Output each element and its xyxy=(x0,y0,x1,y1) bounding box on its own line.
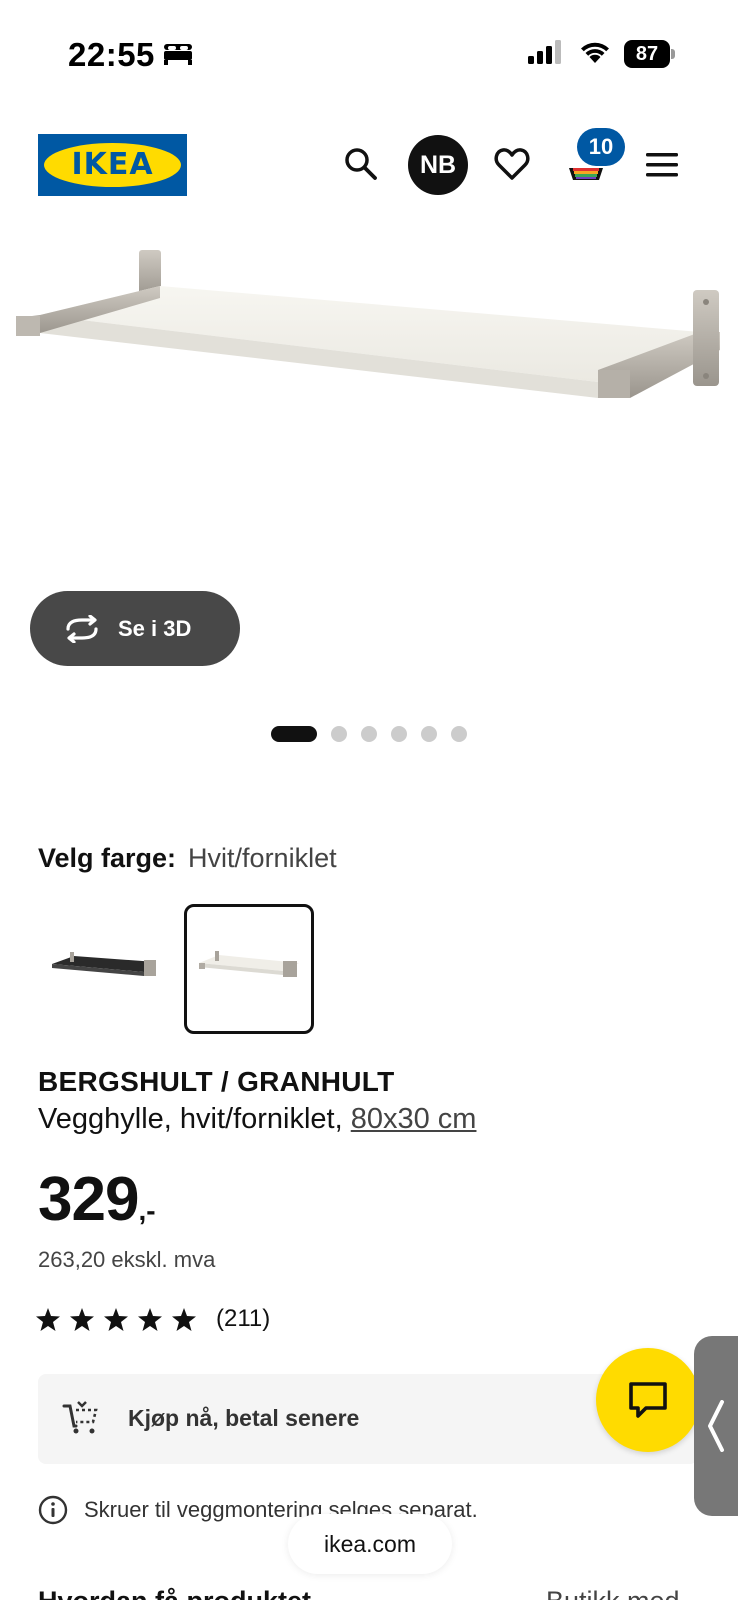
price-suffix: ,- xyxy=(138,1195,156,1226)
browser-url-bar[interactable]: ikea.com xyxy=(288,1514,452,1574)
status-bar: 22:55 87 xyxy=(0,0,738,100)
favorites-heart-icon[interactable] xyxy=(494,147,530,186)
search-icon[interactable] xyxy=(344,147,378,186)
wifi-icon xyxy=(578,38,612,69)
price-value: 329 xyxy=(38,1165,139,1234)
delivery-heading: Hvordan få produktet xyxy=(38,1586,311,1600)
logo-text: IKEA xyxy=(71,147,154,182)
cellular-signal-icon xyxy=(528,40,564,69)
selected-color: Hvit/forniklet xyxy=(188,843,337,873)
star-icon xyxy=(172,1308,196,1331)
hamburger-menu-icon[interactable] xyxy=(646,152,678,183)
product-price: 329,- xyxy=(38,1164,156,1235)
carousel-dot[interactable] xyxy=(331,726,347,742)
star-icon xyxy=(70,1308,94,1331)
ikea-logo[interactable]: IKEA xyxy=(38,134,187,196)
star-icon xyxy=(36,1308,60,1331)
carousel-dot[interactable] xyxy=(451,726,467,742)
chat-button[interactable] xyxy=(596,1348,700,1452)
product-type: Vegghylle, hvit/forniklet, xyxy=(38,1103,343,1135)
rotate-3d-icon xyxy=(62,614,102,643)
cart-count-badge: 10 xyxy=(577,128,625,166)
star-icon xyxy=(138,1308,162,1331)
view-in-3d-button[interactable]: Se i 3D xyxy=(30,591,240,666)
color-swatch-black[interactable] xyxy=(44,904,174,1034)
carousel-dot[interactable] xyxy=(361,726,377,742)
battery-level: 87 xyxy=(624,40,670,68)
image-carousel-dots[interactable] xyxy=(271,726,467,742)
color-label: Velg farge: xyxy=(38,843,177,873)
sleep-mode-icon xyxy=(162,42,194,71)
store-option[interactable]: Butikk med xyxy=(546,1586,680,1600)
side-drawer-tab[interactable] xyxy=(694,1336,738,1516)
shopping-cart-dotted-icon xyxy=(62,1400,102,1439)
product-description: Vegghylle, hvit/forniklet, 80x30 cm xyxy=(38,1103,476,1136)
account-avatar[interactable]: NB xyxy=(408,135,468,195)
product-image[interactable] xyxy=(0,240,738,590)
view-in-3d-label: Se i 3D xyxy=(118,615,192,641)
carousel-dot[interactable] xyxy=(421,726,437,742)
review-count[interactable]: (211) xyxy=(216,1305,270,1333)
pay-later-label: Kjøp nå, betal senere xyxy=(128,1405,360,1431)
product-name: BERGSHULT / GRANHULT xyxy=(38,1066,395,1097)
carousel-dot[interactable] xyxy=(271,726,317,742)
color-picker-heading: Velg farge: Hvit/forniklet xyxy=(38,843,337,874)
rating-stars[interactable] xyxy=(36,1308,196,1331)
chat-bubble-icon xyxy=(629,1382,667,1418)
info-icon xyxy=(38,1495,68,1525)
product-size-link[interactable]: 80x30 cm xyxy=(351,1103,477,1135)
battery-indicator: 87 xyxy=(624,40,675,68)
star-icon xyxy=(104,1308,128,1331)
carousel-dot[interactable] xyxy=(391,726,407,742)
status-time: 22:55 xyxy=(68,36,155,73)
chevron-left-icon xyxy=(708,1400,724,1452)
color-swatch-white-selected[interactable] xyxy=(184,904,314,1034)
price-excl-vat: 263,20 ekskl. mva xyxy=(38,1247,216,1272)
